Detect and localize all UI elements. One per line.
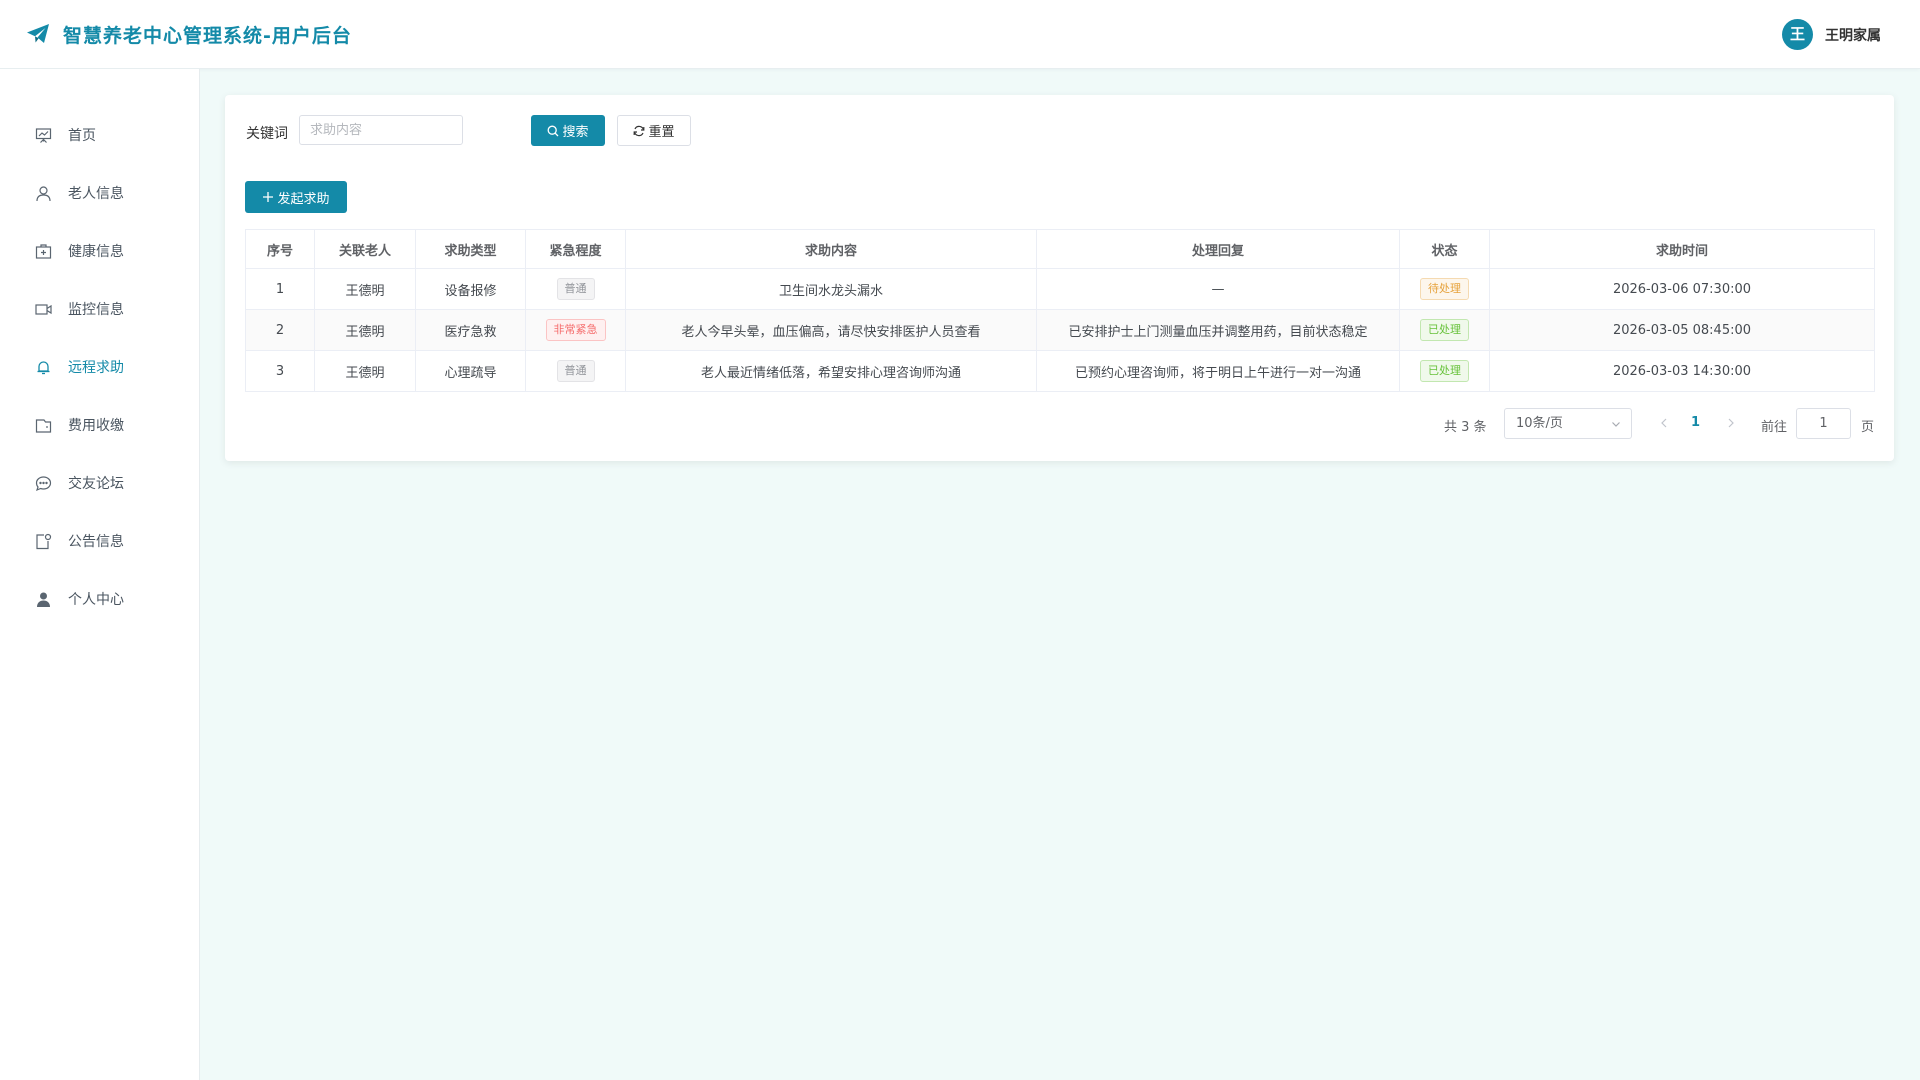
column-header[interactable]: 处理回复	[1036, 229, 1400, 269]
plus-icon	[262, 191, 274, 203]
add-help-button[interactable]: 发起求助	[245, 181, 347, 213]
pagination-total: 共 3 条	[1444, 420, 1487, 435]
cell-reply: 已预约心理咨询师，将于明日上午进行一对一沟通	[1036, 350, 1400, 392]
cell-status: 待处理	[1399, 268, 1490, 310]
cell-time: 2026-03-05 08:45:00	[1489, 309, 1875, 351]
cell-time: 2026-03-03 14:30:00	[1489, 350, 1875, 392]
sidebar-item-label: 交友论坛	[68, 476, 124, 492]
presentation-icon	[35, 127, 52, 144]
notice-icon	[35, 533, 52, 550]
page-number-current[interactable]: 1	[1691, 415, 1700, 430]
sidebar-item-label: 首页	[68, 128, 96, 144]
column-header[interactable]: 紧急程度	[525, 229, 626, 269]
cell-type: 设备报修	[415, 268, 526, 310]
person-filled-icon	[35, 591, 52, 608]
sidebar-item-label: 老人信息	[68, 186, 124, 202]
next-page-icon[interactable]	[1725, 416, 1737, 430]
table-row[interactable]: 2 王德明 医疗急救 非常紧急 老人今早头晕，血压偏高，请尽快安排医护人员查看 …	[245, 309, 1875, 351]
column-header[interactable]: 关联老人	[314, 229, 416, 269]
goto-label: 前往	[1761, 420, 1788, 435]
cell-type: 心理疏导	[415, 350, 526, 392]
sidebar-item-fees[interactable]: 费用收缴	[0, 405, 199, 445]
column-header[interactable]: 求助内容	[625, 229, 1037, 269]
sidebar-item-label: 远程求助	[68, 360, 124, 376]
sidebar-item-elder-info[interactable]: 老人信息	[0, 173, 199, 213]
table-row[interactable]: 1 王德明 设备报修 普通 卫生间水龙头漏水 — 待处理 2026-03-06 …	[245, 268, 1875, 310]
cell-content: 老人今早头晕，血压偏高，请尽快安排医护人员查看	[625, 309, 1037, 351]
sidebar-item-notices[interactable]: 公告信息	[0, 521, 199, 561]
search-button-label: 搜索	[562, 125, 589, 140]
cell-content: 卫生间水龙头漏水	[625, 268, 1037, 310]
add-button-label: 发起求助	[277, 191, 330, 207]
sidebar-item-profile[interactable]: 个人中心	[0, 579, 199, 619]
sidebar-item-home[interactable]: 首页	[0, 115, 199, 155]
status-badge: 已处理	[1420, 360, 1469, 382]
cell-index: 1	[245, 268, 315, 310]
cell-urgency: 普通	[525, 350, 626, 392]
urgency-badge: 普通	[556, 360, 595, 382]
sidebar: 首页 老人信息 健康信息 监控信息 远程求助 费用收缴 交友论坛 公告信息 个人…	[0, 69, 200, 1080]
column-header[interactable]: 状态	[1399, 229, 1490, 269]
sidebar-item-label: 公告信息	[68, 534, 124, 550]
urgency-badge: 普通	[556, 278, 595, 300]
goto-page-input[interactable]	[1796, 408, 1851, 439]
column-header[interactable]: 序号	[245, 229, 315, 269]
main-card: 关键词 搜索 重置 发起求助	[225, 95, 1894, 461]
video-camera-icon	[35, 301, 52, 318]
prev-page-icon[interactable]	[1658, 416, 1670, 430]
reset-button-label: 重置	[648, 125, 675, 140]
cell-index: 3	[245, 350, 315, 392]
help-table: 序号 关联老人 求助类型 紧急程度 求助内容 处理回复 状态 求助时间 1 王德…	[245, 229, 1875, 392]
cell-elder: 王德明	[314, 350, 416, 392]
bell-icon	[35, 359, 52, 376]
column-header[interactable]: 求助时间	[1489, 229, 1875, 269]
search-input[interactable]	[299, 115, 463, 145]
cell-content: 老人最近情绪低落，希望安排心理咨询师沟通	[625, 350, 1037, 392]
table-header-row: 序号 关联老人 求助类型 紧急程度 求助内容 处理回复 状态 求助时间	[245, 229, 1875, 269]
sidebar-item-remote-help[interactable]: 远程求助	[0, 347, 199, 387]
chat-icon	[35, 475, 52, 492]
sidebar-item-health-info[interactable]: 健康信息	[0, 231, 199, 271]
cell-reply: —	[1036, 268, 1400, 310]
app-title: 智慧养老中心管理系统-用户后台	[63, 25, 352, 47]
cell-status: 已处理	[1399, 350, 1490, 392]
cell-urgency: 普通	[525, 268, 626, 310]
cell-status: 已处理	[1399, 309, 1490, 351]
reset-button[interactable]: 重置	[617, 115, 691, 146]
cell-elder: 王德明	[314, 268, 416, 310]
page-size-select[interactable]: 10条/页	[1504, 408, 1632, 439]
avatar[interactable]: 王	[1782, 19, 1813, 50]
refresh-icon	[633, 125, 645, 137]
wallet-icon	[35, 417, 52, 434]
sidebar-item-monitor-info[interactable]: 监控信息	[0, 289, 199, 329]
cell-urgency: 非常紧急	[525, 309, 626, 351]
page-size-value: 10条/页	[1516, 416, 1563, 431]
top-header: 智慧养老中心管理系统-用户后台 王 王明家属	[0, 0, 1920, 69]
username[interactable]: 王明家属	[1825, 25, 1881, 45]
sidebar-item-forum[interactable]: 交友论坛	[0, 463, 199, 503]
keyword-label: 关键词	[246, 126, 288, 142]
chevron-down-icon	[1611, 419, 1621, 429]
sidebar-item-label: 监控信息	[68, 302, 124, 318]
medical-box-icon	[35, 243, 52, 260]
sidebar-item-label: 费用收缴	[68, 418, 124, 434]
sidebar-item-label: 个人中心	[68, 592, 124, 608]
search-icon	[547, 125, 559, 137]
status-badge: 待处理	[1420, 278, 1469, 300]
urgency-badge: 非常紧急	[545, 319, 606, 341]
sidebar-item-label: 健康信息	[68, 244, 124, 260]
table-row[interactable]: 3 王德明 心理疏导 普通 老人最近情绪低落，希望安排心理咨询师沟通 已预约心理…	[245, 350, 1875, 392]
cell-reply: 已安排护士上门测量血压并调整用药，目前状态稳定	[1036, 309, 1400, 351]
user-icon	[35, 185, 52, 202]
cell-time: 2026-03-06 07:30:00	[1489, 268, 1875, 310]
paper-plane-icon	[26, 22, 50, 46]
cell-elder: 王德明	[314, 309, 416, 351]
column-header[interactable]: 求助类型	[415, 229, 526, 269]
status-badge: 已处理	[1420, 319, 1469, 341]
search-button[interactable]: 搜索	[531, 115, 605, 146]
cell-type: 医疗急救	[415, 309, 526, 351]
cell-index: 2	[245, 309, 315, 351]
page-suffix-label: 页	[1861, 420, 1875, 435]
